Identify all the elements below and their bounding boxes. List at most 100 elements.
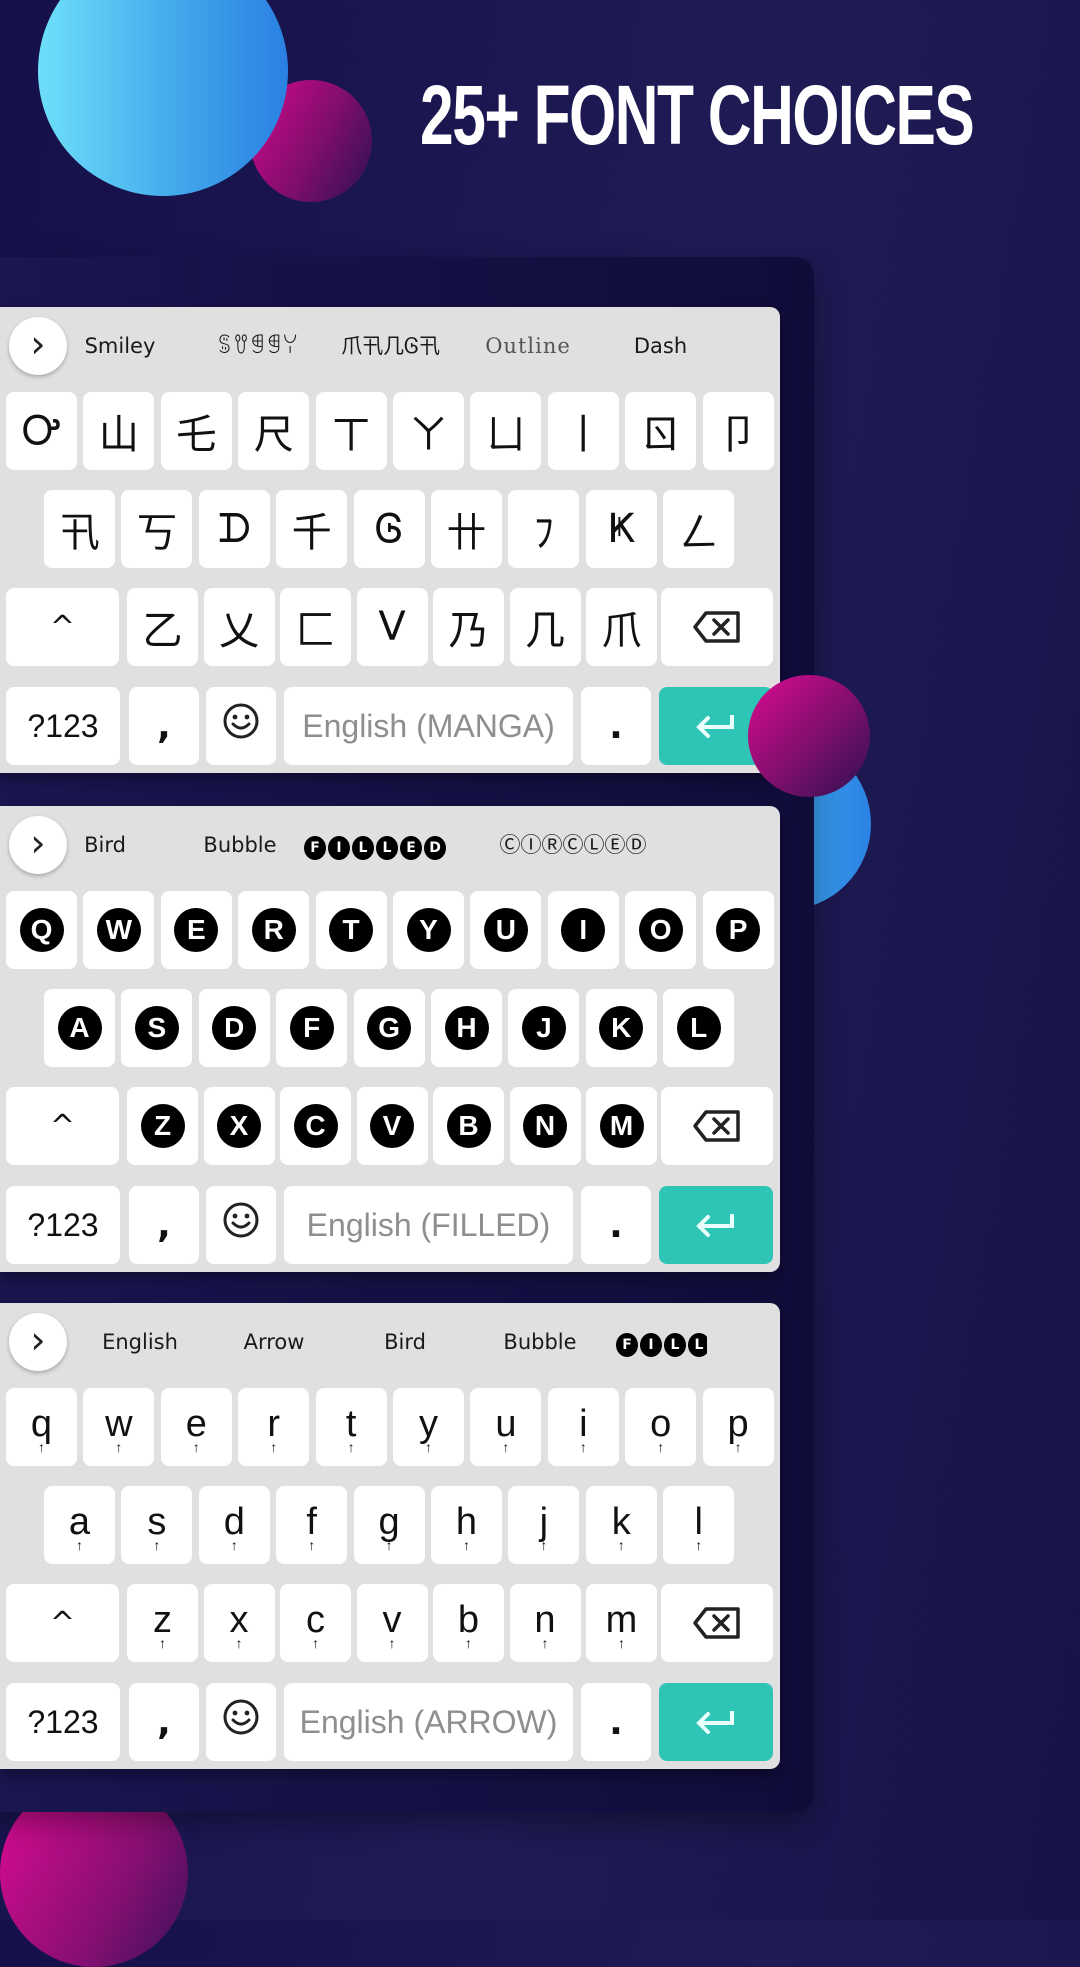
font-tab-bubble[interactable]: Bubble <box>190 820 290 870</box>
key-h[interactable]: h ↑ <box>431 1486 502 1564</box>
font-tab--[interactable]: 爪卂几Ꮆ卂 <box>318 321 463 371</box>
key-Q[interactable]: Q <box>6 891 77 969</box>
key-A[interactable]: A <box>44 989 115 1067</box>
key-l[interactable]: l ↑ <box>663 1486 735 1564</box>
key-乂[interactable]: 乂 <box>203 588 275 666</box>
font-tab-arrow[interactable]: Arrow <box>208 1317 340 1367</box>
key-乙[interactable]: 乙 <box>127 588 198 666</box>
key-N[interactable]: N <box>509 1087 581 1165</box>
key-y[interactable]: y ↑ <box>393 1388 464 1466</box>
key-m[interactable]: m ↑ <box>586 1584 657 1662</box>
key-L[interactable]: L <box>663 989 735 1067</box>
key-q[interactable]: q ↑ <box>6 1388 77 1466</box>
key-K[interactable]: K <box>585 989 657 1067</box>
key-乃[interactable]: 乃 <box>433 588 504 666</box>
expand-fonts-button[interactable]: › <box>9 816 67 874</box>
shift-key[interactable]: ^ <box>6 588 119 666</box>
key-v[interactable]: v ↑ <box>356 1584 428 1662</box>
key-ㄖ[interactable]: ㄖ <box>625 392 697 470</box>
key-Z[interactable]: Z <box>127 1087 198 1165</box>
key-c[interactable]: c ↑ <box>280 1584 351 1662</box>
key-u[interactable]: u ↑ <box>470 1388 542 1466</box>
key-卂[interactable]: 卂 <box>44 490 115 568</box>
period-key[interactable]: . <box>581 1683 651 1761</box>
key-o[interactable]: o ↑ <box>625 1388 697 1466</box>
key-P[interactable]: P <box>702 891 774 969</box>
font-tab--[interactable]: ꌚꀎꁅꁅꌩ <box>210 321 305 371</box>
key-丨[interactable]: 丨 <box>547 392 619 470</box>
key-G[interactable]: G <box>353 989 425 1067</box>
key-g[interactable]: g ↑ <box>353 1486 425 1564</box>
symbols-key[interactable]: ?123 <box>6 687 120 765</box>
key-千[interactable]: 千 <box>276 490 348 568</box>
font-tab--[interactable]: ⒸⒾⓇⒸⓁⒺⒹ <box>488 820 658 870</box>
key-卩[interactable]: 卩 <box>702 392 774 470</box>
key-几[interactable]: 几 <box>509 588 581 666</box>
font-tab-bubble[interactable]: Bubble <box>495 1317 585 1367</box>
key-H[interactable]: H <box>431 989 502 1067</box>
emoji-key[interactable] <box>206 687 276 765</box>
enter-key[interactable] <box>659 1186 773 1264</box>
key-w[interactable]: w ↑ <box>83 1388 155 1466</box>
key-O[interactable]: O <box>625 891 697 969</box>
key-ㄚ[interactable]: ㄚ <box>393 392 464 470</box>
key-d[interactable]: d ↑ <box>198 1486 270 1564</box>
space-bar[interactable]: English (ARROW) <box>284 1683 573 1761</box>
key-ﾌ[interactable]: ﾌ <box>508 490 580 568</box>
period-key[interactable]: . <box>581 1186 651 1264</box>
font-tab-smiley[interactable]: Smiley <box>80 321 160 371</box>
backspace-key[interactable] <box>661 588 773 666</box>
key-ᐯ[interactable]: ᐯ <box>356 588 428 666</box>
comma-key[interactable]: , <box>129 687 199 765</box>
key-卄[interactable]: 卄 <box>431 490 502 568</box>
key-E[interactable]: E <box>160 891 232 969</box>
comma-key[interactable]: , <box>129 1683 199 1761</box>
expand-fonts-button[interactable]: › <box>9 317 67 375</box>
key-M[interactable]: M <box>586 1087 657 1165</box>
key-z[interactable]: z ↑ <box>127 1584 198 1662</box>
key-乇[interactable]: 乇 <box>160 392 232 470</box>
font-tab-dash[interactable]: Dash <box>618 321 703 371</box>
key-U[interactable]: U <box>470 891 542 969</box>
expand-fonts-button[interactable]: › <box>9 1313 67 1371</box>
key-X[interactable]: X <box>203 1087 275 1165</box>
key-丂[interactable]: 丂 <box>121 490 193 568</box>
key-B[interactable]: B <box>433 1087 504 1165</box>
key-Ҝ[interactable]: Ҝ <box>585 490 657 568</box>
key-k[interactable]: k ↑ <box>585 1486 657 1564</box>
key-e[interactable]: e ↑ <box>160 1388 232 1466</box>
emoji-key[interactable] <box>206 1683 276 1761</box>
key-p[interactable]: p ↑ <box>702 1388 774 1466</box>
symbols-key[interactable]: ?123 <box>6 1683 120 1761</box>
key-山[interactable]: 山 <box>83 392 155 470</box>
shift-key[interactable]: ^ <box>6 1584 119 1662</box>
key-t[interactable]: t ↑ <box>315 1388 387 1466</box>
key-F[interactable]: F <box>276 989 348 1067</box>
key-I[interactable]: I <box>547 891 619 969</box>
font-tab-fill[interactable]: FILL <box>615 1317 707 1367</box>
key-爪[interactable]: 爪 <box>586 588 657 666</box>
key-匚[interactable]: 匚 <box>280 588 351 666</box>
key-W[interactable]: W <box>83 891 155 969</box>
key-r[interactable]: r ↑ <box>238 1388 310 1466</box>
key-a[interactable]: a ↑ <box>44 1486 115 1564</box>
key-ㄥ[interactable]: ㄥ <box>663 490 735 568</box>
key-D[interactable]: D <box>198 989 270 1067</box>
key-b[interactable]: b ↑ <box>433 1584 504 1662</box>
key-s[interactable]: s ↑ <box>121 1486 193 1564</box>
key-T[interactable]: T <box>315 891 387 969</box>
font-tab-outline[interactable]: Outline <box>478 321 578 371</box>
backspace-key[interactable] <box>661 1087 773 1165</box>
key-Ꮆ[interactable]: Ꮆ <box>353 490 425 568</box>
space-bar[interactable]: English (FILLED) <box>284 1186 573 1264</box>
key-ㄒ[interactable]: ㄒ <box>315 392 387 470</box>
font-tab-filled[interactable]: FILLED <box>303 820 475 870</box>
key-尺[interactable]: 尺 <box>238 392 310 470</box>
key-f[interactable]: f ↑ <box>276 1486 348 1564</box>
key-C[interactable]: C <box>280 1087 351 1165</box>
shift-key[interactable]: ^ <box>6 1087 119 1165</box>
key-x[interactable]: x ↑ <box>203 1584 275 1662</box>
period-key[interactable]: . <box>581 687 651 765</box>
backspace-key[interactable] <box>661 1584 773 1662</box>
key-S[interactable]: S <box>121 989 193 1067</box>
